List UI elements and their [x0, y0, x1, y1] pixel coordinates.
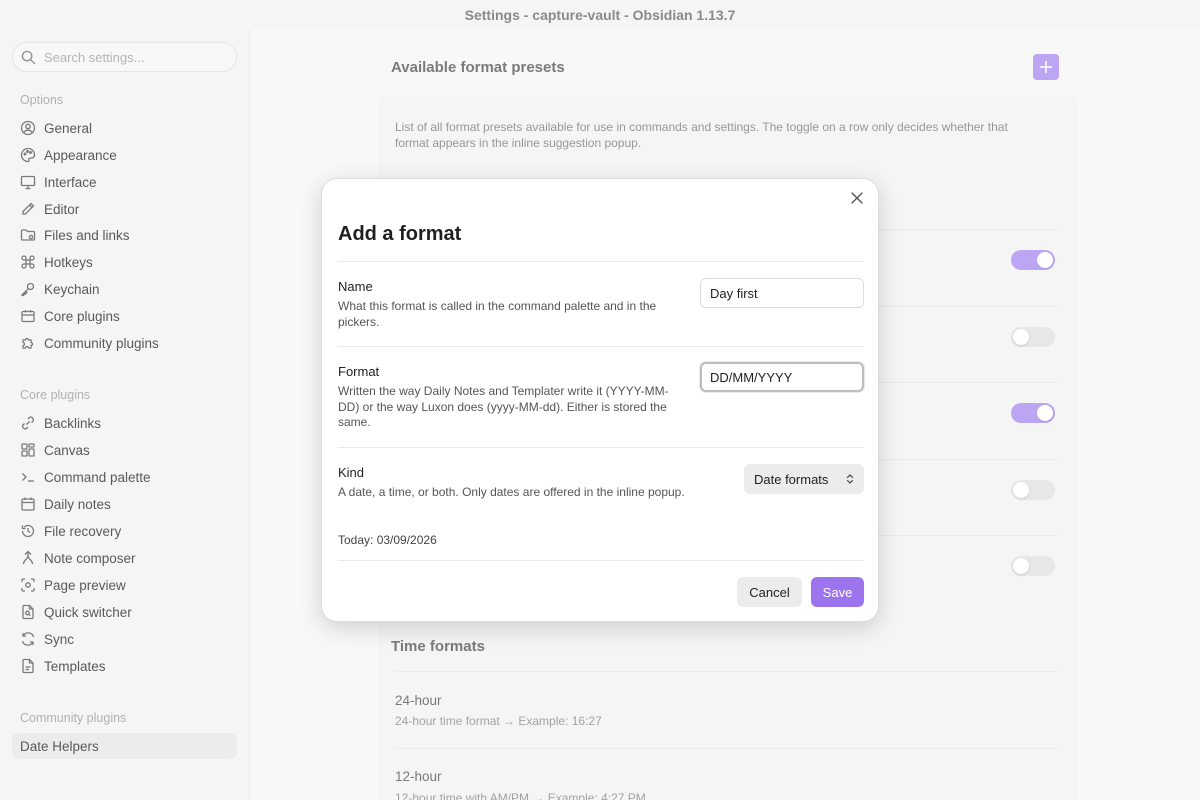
cancel-button[interactable]: Cancel [737, 577, 802, 607]
kind-description: A date, a time, or both. Only dates are … [338, 485, 685, 499]
modal-title: Add a format [338, 223, 462, 245]
name-label: Name [338, 279, 373, 294]
format-description: Written the way Daily Notes and Template… [338, 384, 669, 429]
kind-select-value: Date formats [754, 471, 829, 487]
name-input[interactable] [700, 278, 864, 308]
chevron-up-down-icon [846, 474, 854, 484]
today-preview: Today: 03/09/2026 [338, 533, 437, 547]
format-label: Format [338, 364, 380, 379]
modal-divider [338, 261, 864, 262]
modal-divider [338, 346, 864, 347]
save-button[interactable]: Save [811, 577, 864, 607]
name-description: What this format is called in the comman… [338, 299, 657, 329]
kind-label: Kind [338, 465, 365, 480]
modal-divider [338, 447, 864, 448]
close-icon [851, 192, 863, 204]
kind-select[interactable]: Date formats [744, 464, 864, 494]
format-input[interactable] [700, 362, 864, 392]
modal-divider [338, 560, 864, 561]
add-format-modal: Add a format Name What this format is ca… [321, 178, 879, 622]
close-button[interactable] [848, 189, 866, 207]
